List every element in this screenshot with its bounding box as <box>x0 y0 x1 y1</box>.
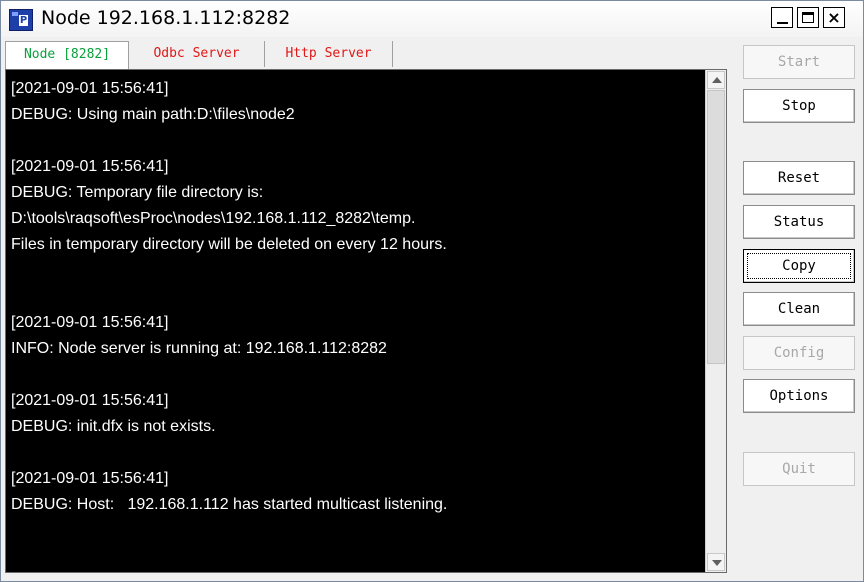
quit-button[interactable]: Quit <box>743 452 855 486</box>
config-button[interactable]: Config <box>743 336 855 370</box>
minimize-button[interactable] <box>771 7 793 28</box>
stop-button[interactable]: Stop <box>743 89 855 123</box>
app-icon-letter: P <box>19 15 28 26</box>
options-button[interactable]: Options <box>743 379 855 413</box>
log-line: Files in temporary directory will be del… <box>11 236 447 253</box>
tab-strip: Node [8282] Odbc Server Http Server <box>5 41 397 69</box>
tab-node[interactable]: Node [8282] <box>5 41 129 69</box>
close-icon: × <box>827 8 841 27</box>
arrow-down-icon <box>712 560 722 566</box>
clean-label: Clean <box>777 301 821 317</box>
start-button[interactable]: Start <box>743 45 855 79</box>
log-line: [2021-09-01 15:56:41] <box>11 158 169 175</box>
maximize-icon <box>802 12 814 23</box>
log-line: DEBUG: Host: 192.168.1.112 has started m… <box>11 496 448 513</box>
status-button[interactable]: Status <box>743 205 855 239</box>
log-line: [2021-09-01 15:56:41] <box>11 470 169 487</box>
maximize-button[interactable] <box>797 7 819 28</box>
options-label: Options <box>769 388 829 404</box>
log-line: DEBUG: Using main path:D:\files\node2 <box>11 106 295 123</box>
scroll-down-button[interactable] <box>707 553 725 571</box>
quit-label: Quit <box>782 461 816 477</box>
scroll-thumb[interactable] <box>707 90 725 364</box>
copy-label: Copy <box>782 258 816 274</box>
tab-odbc-server[interactable]: Odbc Server <box>129 41 265 67</box>
log-text: [2021-09-01 15:56:41] DEBUG: Using main p… <box>11 76 701 518</box>
close-button[interactable]: × <box>823 7 845 28</box>
stop-label: Stop <box>782 98 816 114</box>
title-bar[interactable]: P Node 192.168.1.112:8282 × <box>1 1 863 37</box>
minimize-icon <box>777 22 788 24</box>
tab-http-server[interactable]: Http Server <box>265 41 393 67</box>
log-line: D:\tools\raqsoft\esProc\nodes\192.168.1.… <box>11 210 416 227</box>
log-line: [2021-09-01 15:56:41] <box>11 80 169 97</box>
arrow-up-icon <box>712 77 722 83</box>
log-line: [2021-09-01 15:56:41] <box>11 392 169 409</box>
status-label: Status <box>773 214 825 230</box>
reset-button[interactable]: Reset <box>743 161 855 195</box>
log-line: DEBUG: Temporary file directory is: <box>11 184 264 201</box>
app-icon: P <box>9 9 33 31</box>
start-label: Start <box>777 54 821 70</box>
vertical-scrollbar[interactable] <box>705 70 726 572</box>
log-line: DEBUG: init.dfx is not exists. <box>11 418 216 435</box>
node-window: P Node 192.168.1.112:8282 × Node [8282] … <box>0 0 864 582</box>
reset-label: Reset <box>777 170 821 186</box>
log-line: INFO: Node server is running at: 192.168… <box>11 340 387 357</box>
copy-button[interactable]: Copy <box>743 249 855 283</box>
scroll-up-button[interactable] <box>707 71 725 89</box>
clean-button[interactable]: Clean <box>743 292 855 326</box>
log-line: [2021-09-01 15:56:41] <box>11 314 169 331</box>
window-title: Node 192.168.1.112:8282 <box>41 7 291 29</box>
config-label: Config <box>773 345 825 361</box>
app-icon-bar <box>12 12 18 16</box>
log-console[interactable]: [2021-09-01 15:56:41] DEBUG: Using main p… <box>5 69 727 573</box>
